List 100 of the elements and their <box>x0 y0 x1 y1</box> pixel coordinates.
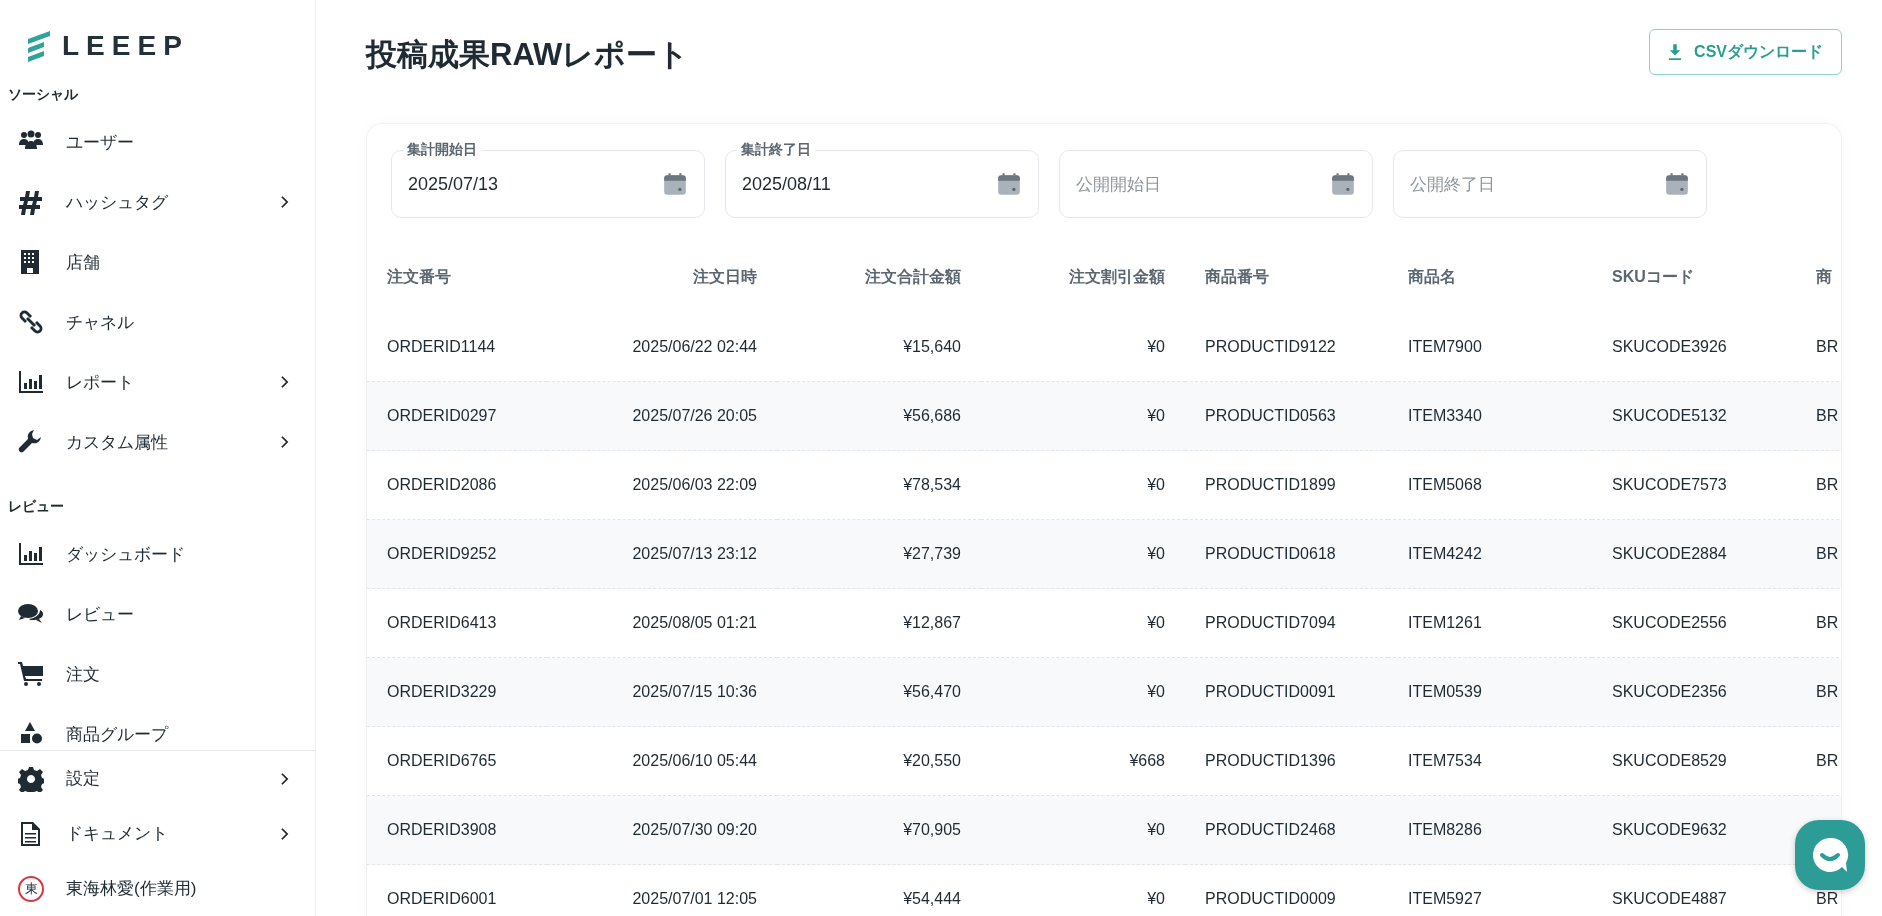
table-cell: ORDERID1144 <box>387 338 496 355</box>
table-cell: SKUCODE2884 <box>1612 545 1727 562</box>
calendar-icon <box>662 171 688 197</box>
calendar-icon <box>1330 171 1356 197</box>
table-cell: 2025/07/01 12:05 <box>632 890 757 907</box>
table-cell: ITEM4242 <box>1408 545 1482 562</box>
table-cell: ITEM7534 <box>1408 752 1482 769</box>
table-cell: PRODUCTID1396 <box>1205 752 1336 769</box>
table-cell: SKUCODE5132 <box>1612 407 1727 424</box>
download-icon <box>1668 44 1683 60</box>
table-cell: BR <box>1816 614 1839 631</box>
table-cell: ¥27,739 <box>903 545 961 562</box>
table-cell: ¥0 <box>1147 476 1165 493</box>
calendar-icon <box>1664 171 1690 197</box>
table-cell: ITEM5068 <box>1408 476 1482 493</box>
table-cell: ITEM3340 <box>1408 407 1482 424</box>
page-title: 投稿成果RAWレポート <box>366 36 690 74</box>
nav-item[interactable]: ハッシュタグ <box>0 172 315 232</box>
table-cell: ¥15,640 <box>903 338 961 355</box>
table-cell: ¥0 <box>1147 614 1165 631</box>
table-cell: ORDERID9252 <box>387 545 497 562</box>
nav-item[interactable]: カスタム属性 <box>0 412 315 472</box>
link-icon <box>18 309 44 335</box>
table-cell: ITEM8286 <box>1408 821 1482 838</box>
table-cell: ¥56,686 <box>903 407 961 424</box>
table-cell: ORDERID6001 <box>387 890 497 907</box>
column-header: 商 <box>1816 267 1832 285</box>
table-cell: PRODUCTID7094 <box>1205 614 1336 631</box>
table-cell: ¥56,470 <box>903 683 961 700</box>
table-cell: BR <box>1816 407 1839 424</box>
table-cell: 2025/08/05 01:21 <box>632 614 757 631</box>
table-cell: ¥20,550 <box>903 752 961 769</box>
column-header: 注文日時 <box>693 267 757 285</box>
table-cell: 2025/06/22 02:44 <box>632 338 757 355</box>
table-cell: ¥0 <box>1147 821 1165 838</box>
table-cell: ORDERID6413 <box>387 614 497 631</box>
section-title: レビュー <box>7 497 65 516</box>
bar-chart-icon <box>18 541 44 567</box>
logo[interactable]: LEEEP <box>0 0 315 72</box>
smile-bubble-icon <box>1810 835 1850 875</box>
table-cell: ORDERID2086 <box>387 476 497 493</box>
nav-item[interactable]: 商品グループ <box>0 704 315 750</box>
table-cell: SKUCODE4887 <box>1612 890 1727 907</box>
nav-item[interactable]: 店舗 <box>0 232 315 292</box>
table-cell: PRODUCTID0563 <box>1205 407 1336 424</box>
table-cell: 2025/06/10 05:44 <box>632 752 757 769</box>
table-cell: SKUCODE9632 <box>1612 821 1727 838</box>
table-cell: ITEM1261 <box>1408 614 1482 631</box>
nav-item[interactable]: レビュー <box>0 584 315 644</box>
user-avatar: 東 <box>18 875 44 902</box>
hashtag-icon <box>18 189 44 215</box>
table-cell: 2025/06/03 22:09 <box>632 476 757 493</box>
field-label: 集計開始日 <box>403 140 481 158</box>
bar-chart-icon <box>18 369 44 395</box>
cart-icon <box>18 661 44 687</box>
table-cell: BR <box>1816 545 1839 562</box>
table-cell: ITEM5927 <box>1408 890 1482 907</box>
table-cell: ¥0 <box>1147 338 1165 355</box>
nav-item[interactable]: チャネル <box>0 292 315 352</box>
nav-item[interactable]: ダッシュボード <box>0 524 315 584</box>
table-cell: PRODUCTID0618 <box>1205 545 1336 562</box>
table-cell: ORDERID6765 <box>387 752 497 769</box>
section-title: ソーシャル <box>7 85 79 104</box>
table-cell: ¥0 <box>1147 890 1165 907</box>
table-cell: ¥0 <box>1147 407 1165 424</box>
table-cell: ¥668 <box>1129 752 1165 769</box>
field-label: 集計終了日 <box>737 140 815 158</box>
table-cell: 2025/07/15 10:36 <box>632 683 757 700</box>
table-cell: PRODUCTID2468 <box>1205 821 1336 838</box>
table-cell: BR <box>1816 752 1839 769</box>
table-cell: ITEM7900 <box>1408 338 1482 355</box>
table-cell: 2025/07/13 23:12 <box>632 545 757 562</box>
table-cell: PRODUCTID1899 <box>1205 476 1336 493</box>
table-cell: SKUCODE2356 <box>1612 683 1727 700</box>
table-cell: BR <box>1816 683 1839 700</box>
chat-button[interactable] <box>1795 820 1865 890</box>
table-cell: ¥0 <box>1147 545 1165 562</box>
column-header: 商品名 <box>1408 267 1456 285</box>
nav-item[interactable]: 設定 <box>0 751 315 806</box>
table-cell: SKUCODE2556 <box>1612 614 1727 631</box>
table-cell: ITEM0539 <box>1408 683 1482 700</box>
gear-icon <box>18 765 44 792</box>
calendar-icon <box>996 171 1022 197</box>
table-cell: PRODUCTID0091 <box>1205 683 1336 700</box>
user-menu[interactable]: 東 東海林愛(作業用) <box>0 861 315 916</box>
column-header: 注文割引金額 <box>1069 267 1165 285</box>
table-cell: 2025/07/30 09:20 <box>632 821 757 838</box>
nav-item[interactable]: ドキュメント <box>0 806 315 861</box>
logo-stripes-icon <box>26 29 52 63</box>
table-cell: 2025/07/26 20:05 <box>632 407 757 424</box>
table-cell: BR <box>1816 476 1839 493</box>
table-cell: ¥0 <box>1147 683 1165 700</box>
table-cell: ¥70,905 <box>903 821 961 838</box>
nav-item[interactable]: ユーザー <box>0 112 315 172</box>
table-cell: ORDERID0297 <box>387 407 497 424</box>
table-cell: ¥12,867 <box>903 614 961 631</box>
nav-item[interactable]: レポート <box>0 352 315 412</box>
column-header: 注文合計金額 <box>865 267 961 285</box>
nav-item[interactable]: 注文 <box>0 644 315 704</box>
table-cell: ¥78,534 <box>903 476 961 493</box>
